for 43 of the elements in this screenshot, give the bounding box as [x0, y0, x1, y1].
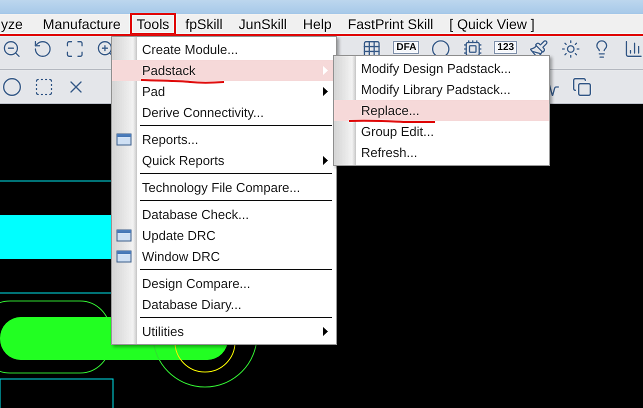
menu-item[interactable]: Reports...: [112, 129, 336, 150]
menu-item[interactable]: Manufacture: [36, 13, 128, 35]
window-icon: [116, 227, 132, 243]
menu-item[interactable]: Design Compare...: [112, 273, 336, 294]
window-icon: [116, 248, 132, 264]
copy-icon[interactable]: [572, 76, 592, 96]
submenu-arrow-icon: [323, 66, 328, 75]
menu-item[interactable]: Quick Reports: [112, 150, 336, 171]
sun-icon[interactable]: [560, 39, 580, 59]
circle-icon[interactable]: [2, 76, 22, 96]
menu-item[interactable]: Pad: [112, 81, 336, 102]
bars-icon[interactable]: [624, 39, 643, 59]
window-icon: [116, 131, 132, 147]
menu-item[interactable]: Padstack: [112, 60, 336, 81]
menu-item[interactable]: FastPrint Skill: [340, 13, 440, 35]
menu-item[interactable]: Refresh...: [334, 142, 549, 163]
menu-item[interactable]: Database Check...: [112, 204, 336, 225]
square-icon[interactable]: [34, 76, 54, 96]
submenu-arrow-icon: [323, 156, 328, 165]
zoom-fit-icon[interactable]: [64, 39, 84, 59]
zoom-out-icon[interactable]: [2, 39, 22, 59]
menu-item[interactable]: Create Module...: [112, 39, 336, 60]
menu-item[interactable]: Help: [296, 13, 339, 35]
menu-item[interactable]: Database Diary...: [112, 294, 336, 315]
menu-item[interactable]: Tools: [130, 13, 176, 35]
toolbar-button[interactable]: 123: [494, 41, 518, 54]
menu-item[interactable]: [ Quick View ]: [442, 13, 542, 35]
menu-item[interactable]: Utilities: [112, 321, 336, 342]
menu-item[interactable]: fpSkill: [178, 13, 230, 35]
menu-item[interactable]: Replace...: [334, 100, 549, 121]
toolbar-button[interactable]: DFA: [393, 41, 420, 54]
menu-item[interactable]: yze: [0, 13, 30, 35]
rotate-icon[interactable]: [33, 39, 53, 59]
submenu-arrow-icon: [323, 327, 328, 336]
menu-item[interactable]: Derive Connectivity...: [112, 102, 336, 123]
menu-item[interactable]: Technology File Compare...: [112, 177, 336, 198]
menu-item[interactable]: JunSkill: [232, 13, 294, 35]
menu-item[interactable]: Modify Design Padstack...: [334, 58, 549, 79]
menu-item[interactable]: Group Edit...: [334, 121, 549, 142]
menu-item[interactable]: Modify Library Padstack...: [334, 79, 549, 100]
menu-item[interactable]: Window DRC: [112, 246, 336, 267]
submenu-arrow-icon: [323, 87, 328, 96]
menu-item[interactable]: Update DRC: [112, 225, 336, 246]
